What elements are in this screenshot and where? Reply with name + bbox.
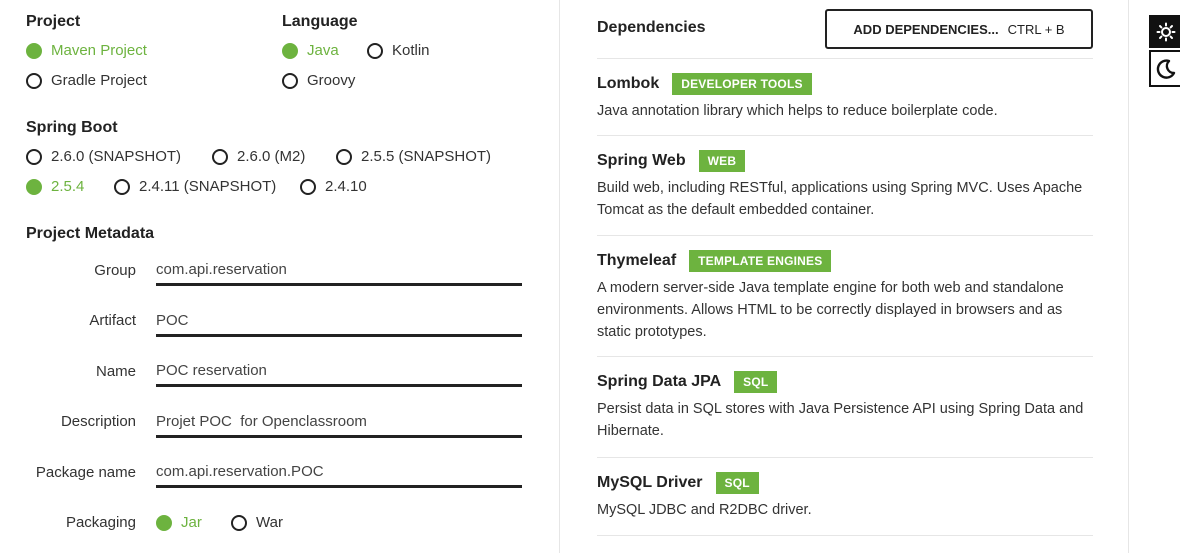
name-label: Name: [95, 363, 136, 380]
dependency-spring-data-jpa[interactable]: Spring Data JPA SQL Persist data in SQL …: [597, 356, 1093, 458]
dependencies-panel: Dependencies ADD DEPENDENCIES... CTRL + …: [561, 0, 1127, 553]
radio-boot-2-4-11-snapshot[interactable]: 2.4.11 (SNAPSHOT): [114, 178, 276, 195]
artifact-label: Artifact: [89, 312, 136, 329]
dependency-name: MySQL Driver: [597, 474, 703, 491]
radio-label: Groovy: [307, 72, 356, 89]
dependency-badge: DEVELOPER TOOLS: [672, 73, 812, 95]
radio-jar[interactable]: Jar: [156, 514, 202, 531]
radio-label: 2.4.10: [325, 178, 367, 195]
radio-label: 2.6.0 (M2): [237, 148, 306, 165]
dependency-name: Lombok: [597, 75, 660, 92]
radio-dot: [367, 42, 383, 59]
dependency-name: Spring Web: [597, 152, 686, 169]
dependency-description: Java annotation library which helps to r…: [597, 103, 998, 119]
group-input[interactable]: [156, 256, 522, 286]
radio-groovy[interactable]: Groovy: [282, 72, 355, 89]
packaging-label: Packaging: [65, 514, 136, 531]
dependency-name: Thymeleaf: [597, 252, 677, 269]
radio-dot: [26, 178, 42, 195]
left-panel: Project Maven Project Gradle Project Lan…: [0, 0, 560, 553]
dependency-badge: WEB: [698, 150, 746, 172]
language-title: Language: [282, 13, 358, 30]
radio-dot: [300, 178, 316, 195]
dependency-description: A modern server-side Java template engin…: [597, 280, 1064, 340]
project-metadata-title: Project Metadata: [26, 225, 155, 242]
project-title: Project: [26, 13, 81, 30]
radio-label: 2.6.0 (SNAPSHOT): [51, 148, 182, 165]
dependency-description: Persist data in SQL stores with Java Per…: [597, 401, 1084, 439]
dependency-badge: SQL: [734, 371, 778, 393]
dependency-spring-web[interactable]: Spring Web WEB Build web, including REST…: [597, 135, 1093, 236]
moon-icon: [1156, 58, 1175, 79]
radio-boot-2-5-4[interactable]: 2.5.4: [26, 178, 84, 195]
package-name-input[interactable]: [156, 458, 522, 488]
dependencies-title: Dependencies: [597, 19, 706, 36]
description-input[interactable]: [156, 408, 522, 438]
radio-dot: [336, 148, 352, 165]
radio-label: Gradle Project: [51, 72, 147, 89]
dependency-badge: SQL: [715, 472, 759, 494]
dependency-description: Build web, including RESTful, applicatio…: [597, 180, 1083, 218]
spring-boot-title: Spring Boot: [26, 119, 118, 136]
radio-label: Maven Project: [51, 42, 147, 59]
radio-dot: [26, 72, 42, 89]
radio-boot-2-6-0-snapshot[interactable]: 2.6.0 (SNAPSHOT): [26, 148, 181, 165]
radio-label: Java: [307, 42, 339, 59]
dependency-lombok[interactable]: Lombok DEVELOPER TOOLS Java annotation l…: [597, 58, 1093, 136]
radio-kotlin[interactable]: Kotlin: [367, 42, 430, 59]
radio-boot-2-4-10[interactable]: 2.4.10: [300, 178, 367, 195]
radio-maven-project[interactable]: Maven Project: [26, 42, 147, 59]
dependency-name: Spring Data JPA: [597, 373, 722, 390]
radio-boot-2-5-5-snapshot[interactable]: 2.5.5 (SNAPSHOT): [336, 148, 491, 165]
radio-label: Kotlin: [392, 42, 430, 59]
dependency-mysql-driver[interactable]: MySQL Driver SQL MySQL JDBC and R2DBC dr…: [597, 457, 1093, 536]
radio-label: 2.5.4: [51, 178, 85, 195]
sun-icon: [1156, 22, 1175, 41]
radio-dot: [212, 148, 228, 165]
radio-dot: [26, 148, 42, 165]
name-input[interactable]: [156, 357, 522, 387]
add-dependencies-shortcut: CTRL + B: [1007, 21, 1065, 37]
light-theme-button[interactable]: [1149, 15, 1180, 48]
radio-boot-2-6-0-m2[interactable]: 2.6.0 (M2): [212, 148, 305, 165]
radio-dot: [26, 42, 42, 59]
package-name-label: Package name: [35, 464, 136, 481]
dependency-thymeleaf[interactable]: Thymeleaf TEMPLATE ENGINES A modern serv…: [597, 235, 1093, 357]
radio-label: 2.4.11 (SNAPSHOT): [139, 178, 277, 195]
radio-war[interactable]: War: [231, 514, 283, 531]
group-label: Group: [94, 262, 136, 279]
theme-rail: [1128, 0, 1180, 553]
radio-label: War: [256, 514, 283, 531]
dependency-description: MySQL JDBC and R2DBC driver.: [597, 502, 812, 518]
radio-java[interactable]: Java: [282, 42, 339, 59]
description-label: Description: [60, 413, 136, 430]
add-dependencies-label: ADD DEPENDENCIES...: [853, 21, 999, 37]
dependency-badge: TEMPLATE ENGINES: [689, 250, 832, 272]
radio-label: Jar: [181, 514, 202, 531]
dark-theme-button[interactable]: [1149, 50, 1180, 87]
radio-label: 2.5.5 (SNAPSHOT): [361, 148, 492, 165]
radio-dot: [231, 514, 247, 531]
radio-dot: [156, 514, 172, 531]
radio-dot: [282, 42, 298, 59]
add-dependencies-button[interactable]: ADD DEPENDENCIES... CTRL + B: [825, 9, 1093, 49]
radio-dot: [282, 72, 298, 89]
radio-dot: [114, 178, 130, 195]
radio-gradle-project[interactable]: Gradle Project: [26, 72, 147, 89]
artifact-input[interactable]: [156, 307, 522, 337]
